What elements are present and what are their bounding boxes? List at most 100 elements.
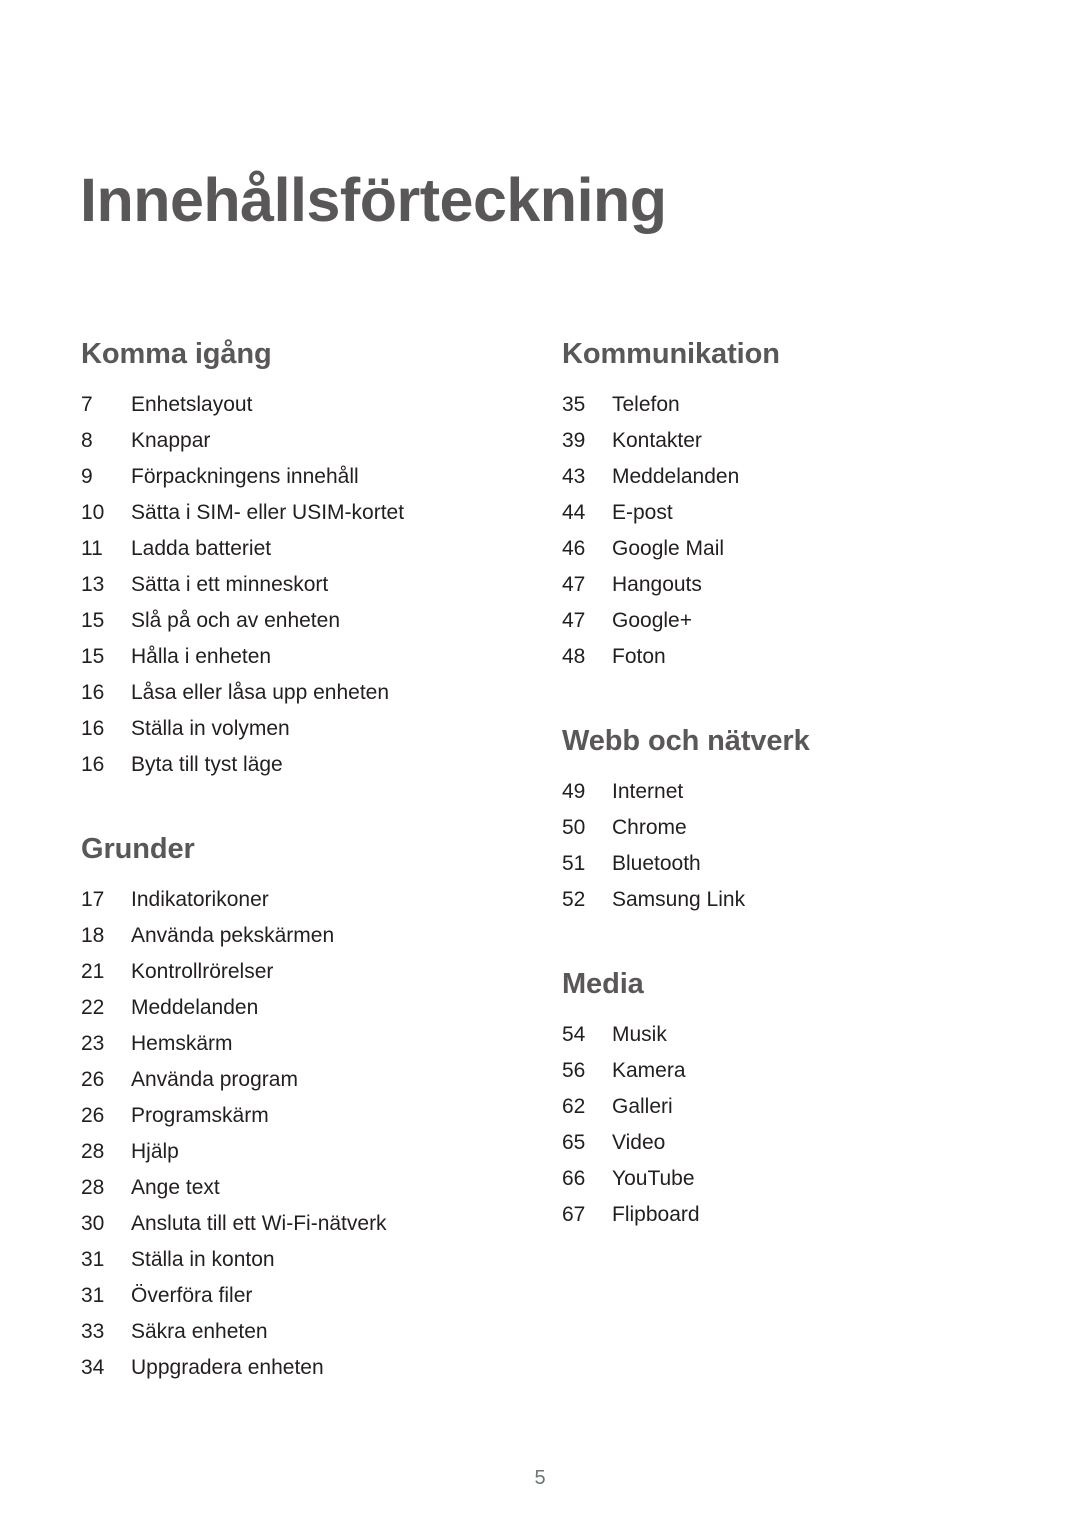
toc-entry-label: Kamera [612, 1059, 686, 1082]
toc-entry-label: Video [612, 1131, 666, 1154]
toc-entry[interactable]: 47 Google+ [562, 603, 1000, 639]
toc-entry-page: 66 [562, 1167, 586, 1190]
toc-entry-page: 11 [81, 537, 103, 560]
toc-entry-page: 51 [562, 852, 586, 875]
toc-entry-label: Ladda batteriet [131, 537, 272, 560]
toc-entry[interactable]: 50 Chrome [562, 810, 1000, 846]
toc-columns: Komma igång 7 Enhetslayout 8 Knappar 9 F… [0, 340, 1080, 1386]
toc-entry-label: Musik [612, 1023, 667, 1046]
toc-entry[interactable]: 15 Hålla i enheten [81, 639, 480, 675]
toc-entry-page: 16 [81, 717, 105, 740]
toc-entry-label: Meddelanden [612, 465, 740, 488]
toc-entry-label: Hjälp [131, 1140, 179, 1163]
right-column: Kommunikation 35 Telefon 39 Kontakter 43… [480, 340, 1000, 1233]
toc-entry-page: 23 [81, 1032, 105, 1055]
toc-entry[interactable]: 33 Säkra enheten [81, 1314, 480, 1350]
toc-entry-label: Ange text [131, 1176, 220, 1199]
toc-entry-page: 48 [562, 645, 586, 668]
section-heading: Media [562, 968, 644, 1000]
toc-entry[interactable]: 46 Google Mail [562, 531, 1000, 567]
toc-entry-label: Knappar [131, 429, 211, 452]
toc-entry[interactable]: 31 Ställa in konton [81, 1242, 480, 1278]
toc-entry[interactable]: 28 Hjälp [81, 1134, 480, 1170]
toc-entry[interactable]: 23 Hemskärm [81, 1026, 480, 1062]
toc-entry[interactable]: 56 Kamera [562, 1053, 1000, 1089]
section-heading: Komma igång [81, 338, 272, 370]
toc-entry[interactable]: 10 Sätta i SIM- eller USIM-kortet [81, 495, 480, 531]
toc-entry[interactable]: 22 Meddelanden [81, 990, 480, 1026]
toc-entry-label: Kontakter [612, 429, 702, 452]
toc-entry-label: Uppgradera enheten [131, 1356, 324, 1379]
toc-entry-label: Låsa eller låsa upp enheten [131, 681, 390, 704]
toc-entry-label: Google Mail [612, 537, 725, 560]
toc-entry[interactable]: 26 Använda program [81, 1062, 480, 1098]
toc-entry[interactable]: 15 Slå på och av enheten [81, 603, 480, 639]
toc-entry-label: Google+ [612, 609, 692, 632]
toc-entry[interactable]: 47 Hangouts [562, 567, 1000, 603]
toc-entry[interactable]: 44 E-post [562, 495, 1000, 531]
toc-entry-label: Byta till tyst läge [131, 753, 283, 776]
toc-entry-page: 21 [81, 960, 105, 983]
toc-entry[interactable]: 8 Knappar [81, 423, 480, 459]
toc-entry[interactable]: 16 Låsa eller låsa upp enheten [81, 675, 480, 711]
toc-entry-page: 15 [81, 609, 105, 632]
section-heading: Webb och nätverk [562, 725, 810, 757]
toc-entry-label: Internet [612, 780, 684, 803]
toc-entry-page: 34 [81, 1356, 105, 1379]
toc-entry-page: 47 [562, 573, 586, 596]
section-webb-och-natverk: Webb och nätverk 49 Internet 50 Chrome 5… [562, 727, 1000, 918]
toc-entry-page: 26 [81, 1068, 105, 1091]
toc-entry[interactable]: 16 Ställa in volymen [81, 711, 480, 747]
toc-entry[interactable]: 51 Bluetooth [562, 846, 1000, 882]
toc-entry[interactable]: 30 Ansluta till ett Wi-Fi-nätverk [81, 1206, 480, 1242]
toc-entry-label: Indikatorikoner [131, 888, 269, 911]
toc-entry[interactable]: 54 Musik [562, 1017, 1000, 1053]
section-media: Media 54 Musik 56 Kamera 62 Galleri 65 V… [562, 970, 1000, 1233]
toc-entry[interactable]: 34 Uppgradera enheten [81, 1350, 480, 1386]
toc-entry[interactable]: 7 Enhetslayout [81, 387, 480, 423]
toc-entry[interactable]: 62 Galleri [562, 1089, 1000, 1125]
toc-entry-page: 9 [81, 465, 93, 488]
toc-entry[interactable]: 43 Meddelanden [562, 459, 1000, 495]
toc-entry[interactable]: 65 Video [562, 1125, 1000, 1161]
toc-entry-page: 13 [81, 573, 105, 596]
toc-entry[interactable]: 9 Förpackningens innehåll [81, 459, 480, 495]
toc-entry-label: Hemskärm [131, 1032, 233, 1055]
toc-entry[interactable]: 39 Kontakter [562, 423, 1000, 459]
toc-entry[interactable]: 28 Ange text [81, 1170, 480, 1206]
toc-entry-label: Samsung Link [612, 888, 746, 911]
toc-entry[interactable]: 35 Telefon [562, 387, 1000, 423]
toc-entry-page: 33 [81, 1320, 105, 1343]
toc-entry-label: Flipboard [612, 1203, 700, 1226]
toc-entry-page: 50 [562, 816, 586, 839]
toc-entry-label: Ställa in volymen [131, 717, 290, 740]
toc-entry-page: 47 [562, 609, 586, 632]
toc-entry-page: 54 [562, 1023, 586, 1046]
toc-entry[interactable]: 48 Foton [562, 639, 1000, 675]
toc-entry-page: 15 [81, 645, 105, 668]
toc-entry-page: 28 [81, 1176, 105, 1199]
toc-entry-label: Ställa in konton [131, 1248, 275, 1271]
toc-entry[interactable]: 16 Byta till tyst läge [81, 747, 480, 783]
toc-entry[interactable]: 21 Kontrollrörelser [81, 954, 480, 990]
toc-entry-label: Använda pekskärmen [131, 924, 335, 947]
page-title: Innehållsförteckning [80, 165, 667, 234]
toc-entry[interactable]: 17 Indikatorikoner [81, 882, 480, 918]
toc-entry[interactable]: 13 Sätta i ett minneskort [81, 567, 480, 603]
toc-entry-label: Sätta i ett minneskort [131, 573, 329, 596]
toc-entry[interactable]: 18 Använda pekskärmen [81, 918, 480, 954]
toc-entry[interactable]: 66 YouTube [562, 1161, 1000, 1197]
toc-entry-label: Foton [612, 645, 666, 668]
toc-entry[interactable]: 52 Samsung Link [562, 882, 1000, 918]
toc-entry-page: 43 [562, 465, 586, 488]
toc-entry[interactable]: 49 Internet [562, 774, 1000, 810]
toc-entry[interactable]: 26 Programskärm [81, 1098, 480, 1134]
left-column: Komma igång 7 Enhetslayout 8 Knappar 9 F… [0, 340, 480, 1386]
toc-entry[interactable]: 67 Flipboard [562, 1197, 1000, 1233]
toc-entry-page: 28 [81, 1140, 105, 1163]
section-kommunikation: Kommunikation 35 Telefon 39 Kontakter 43… [562, 340, 1000, 675]
toc-entry[interactable]: 11 Ladda batteriet [81, 531, 480, 567]
toc-entry-label: Bluetooth [612, 852, 701, 875]
toc-entry-page: 18 [81, 924, 105, 947]
toc-entry[interactable]: 31 Överföra filer [81, 1278, 480, 1314]
